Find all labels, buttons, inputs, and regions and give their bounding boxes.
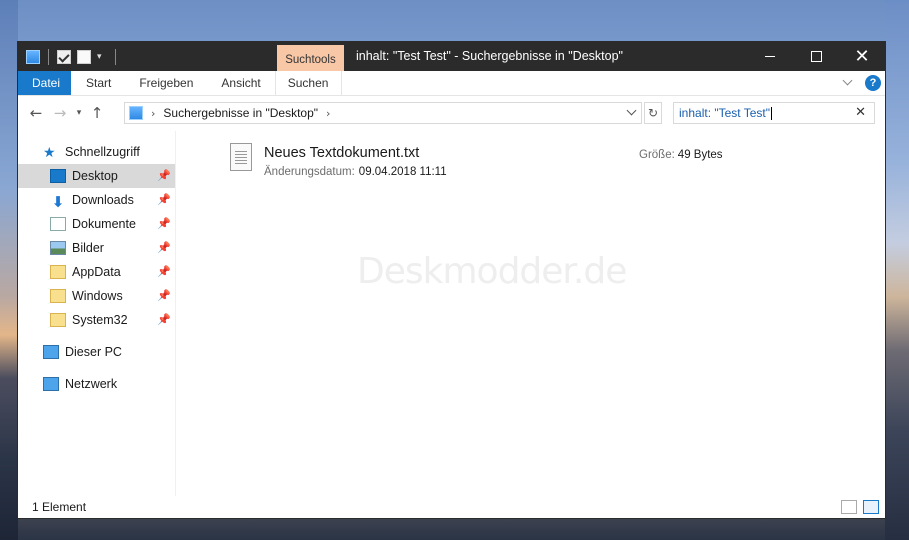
sidebar-item-label: Netzwerk [65, 377, 118, 391]
sidebar-item-bilder[interactable]: Bilder 📌 [18, 236, 175, 260]
size-value: 49 Bytes [677, 149, 723, 161]
sidebar-item-appdata[interactable]: AppData 📌 [18, 260, 175, 284]
folder-icon [50, 289, 66, 303]
view-switcher [841, 500, 879, 514]
tab-datei[interactable]: Datei [18, 71, 71, 95]
computer-icon [43, 345, 59, 359]
text-caret [771, 107, 773, 121]
breadcrumb-separator-icon: › [326, 106, 331, 120]
details-view-icon[interactable] [841, 500, 857, 514]
folder-icon [50, 313, 66, 327]
sidebar-item-windows[interactable]: Windows 📌 [18, 284, 175, 308]
toolbar-separator [115, 48, 116, 65]
chevron-down-icon[interactable]: ▾ [97, 51, 107, 62]
sidebar-item-label: Downloads [72, 193, 134, 207]
search-tools-contextual-tab[interactable]: Suchtools [277, 45, 344, 72]
item-count: 1 Element [32, 500, 87, 514]
ribbon-tabs: Datei Start Freigeben Ansicht Suchen ? [18, 71, 885, 96]
pin-icon: 📌 [157, 289, 171, 302]
sidebar-item-desktop[interactable]: Desktop 📌 [18, 164, 175, 188]
sidebar-item-downloads[interactable]: ⬇ Downloads 📌 [18, 188, 175, 212]
picture-icon [50, 241, 66, 255]
tab-ansicht[interactable]: Ansicht [207, 71, 274, 95]
ribbon-right-controls: ? [841, 75, 881, 91]
file-size: Größe: 49 Bytes [639, 149, 723, 161]
properties-icon[interactable] [57, 49, 71, 64]
sidebar-item-label: Dokumente [72, 217, 136, 231]
file-date: Änderungsdatum: 09.04.2018 11:11 [264, 166, 447, 178]
tab-freigeben[interactable]: Freigeben [125, 71, 207, 95]
sidebar-item-label: Desktop [72, 169, 118, 183]
pin-icon: 📌 [157, 241, 171, 254]
search-input[interactable]: inhalt: "Test Test" ✕ [673, 102, 875, 124]
refresh-icon[interactable]: ↻ [644, 102, 662, 124]
toolbar-separator [48, 48, 49, 65]
minimize-button[interactable] [747, 42, 793, 71]
network-icon [43, 377, 59, 391]
forward-arrow-icon[interactable]: → [48, 101, 72, 125]
address-dropdown-chevron-icon[interactable] [623, 103, 641, 123]
sidebar-item-label: System32 [72, 313, 128, 327]
desktop-icon [50, 169, 66, 183]
status-bar: 1 Element [18, 496, 885, 518]
sidebar-item-label: Windows [72, 289, 123, 303]
new-folder-icon[interactable] [77, 49, 91, 64]
sidebar-item-label: Dieser PC [65, 345, 122, 359]
folder-icon [26, 49, 40, 64]
pin-icon: 📌 [157, 217, 171, 230]
breadcrumb-separator-icon: › [151, 106, 156, 120]
pin-icon: 📌 [157, 169, 171, 182]
sidebar-item-dieser-pc[interactable]: Dieser PC [18, 340, 175, 364]
star-icon: ★ [43, 145, 56, 161]
up-arrow-icon[interactable]: ↑ [86, 101, 108, 125]
size-label: Größe: [639, 149, 675, 161]
sidebar-item-netzwerk[interactable]: Netzwerk [18, 372, 175, 396]
back-arrow-icon[interactable]: ← [24, 101, 48, 125]
desktop-background-left [0, 0, 18, 540]
file-name[interactable]: Neues Textdokument.txt [264, 145, 419, 161]
help-icon[interactable]: ? [865, 75, 881, 91]
address-bar[interactable]: › Suchergebnisse in "Desktop" › [124, 102, 642, 124]
breadcrumb-current[interactable]: Suchergebnisse in "Desktop" [163, 106, 318, 120]
pin-icon: 📌 [157, 313, 171, 326]
recent-locations-chevron-icon[interactable]: ▾ [72, 101, 86, 125]
sidebar-item-system32[interactable]: System32 📌 [18, 308, 175, 332]
search-input-value: inhalt: "Test Test" [679, 106, 771, 120]
pin-icon: 📌 [157, 265, 171, 278]
navigation-pane: ★ Schnellzugriff Desktop 📌 ⬇ Downloads 📌… [18, 131, 176, 496]
maximize-button[interactable] [793, 42, 839, 71]
desktop-background-right [885, 0, 909, 540]
window-title: inhalt: "Test Test" - Suchergebnisse in … [356, 49, 623, 63]
date-value: 09.04.2018 11:11 [358, 166, 447, 178]
sidebar-item-label: Schnellzugriff [65, 145, 140, 159]
date-label: Änderungsdatum: [264, 166, 355, 178]
tab-suchen[interactable]: Suchen [274, 71, 342, 95]
navigation-bar: ← → ▾ ↑ › Suchergebnisse in "Desktop" › … [18, 96, 885, 130]
title-bar: ▾ Suchtools inhalt: "Test Test" - Sucher… [18, 42, 885, 72]
clear-search-icon[interactable]: ✕ [855, 103, 866, 123]
document-icon [50, 217, 66, 231]
sidebar-item-schnellzugriff[interactable]: ★ Schnellzugriff [18, 140, 175, 164]
close-button[interactable]: ✕ [839, 42, 885, 71]
watermark: Deskmodder.de [357, 251, 627, 292]
tab-start[interactable]: Start [71, 71, 125, 95]
quick-access-toolbar: ▾ [18, 42, 118, 71]
text-file-icon [230, 143, 252, 171]
expand-ribbon-chevron-icon[interactable] [841, 76, 855, 90]
pin-icon: 📌 [157, 193, 171, 206]
sidebar-item-label: AppData [72, 265, 121, 279]
large-icons-view-icon[interactable] [863, 500, 879, 514]
search-location-icon [129, 106, 143, 120]
sidebar-item-label: Bilder [72, 241, 104, 255]
sidebar-item-dokumente[interactable]: Dokumente 📌 [18, 212, 175, 236]
content-area: ★ Schnellzugriff Desktop 📌 ⬇ Downloads 📌… [18, 131, 885, 496]
folder-icon [50, 265, 66, 279]
close-icon: ✕ [854, 46, 870, 67]
explorer-window: ▾ Suchtools inhalt: "Test Test" - Sucher… [17, 41, 886, 519]
download-icon: ⬇ [51, 193, 65, 211]
file-list: Neues Textdokument.txt Änderungsdatum: 09… [176, 131, 885, 496]
